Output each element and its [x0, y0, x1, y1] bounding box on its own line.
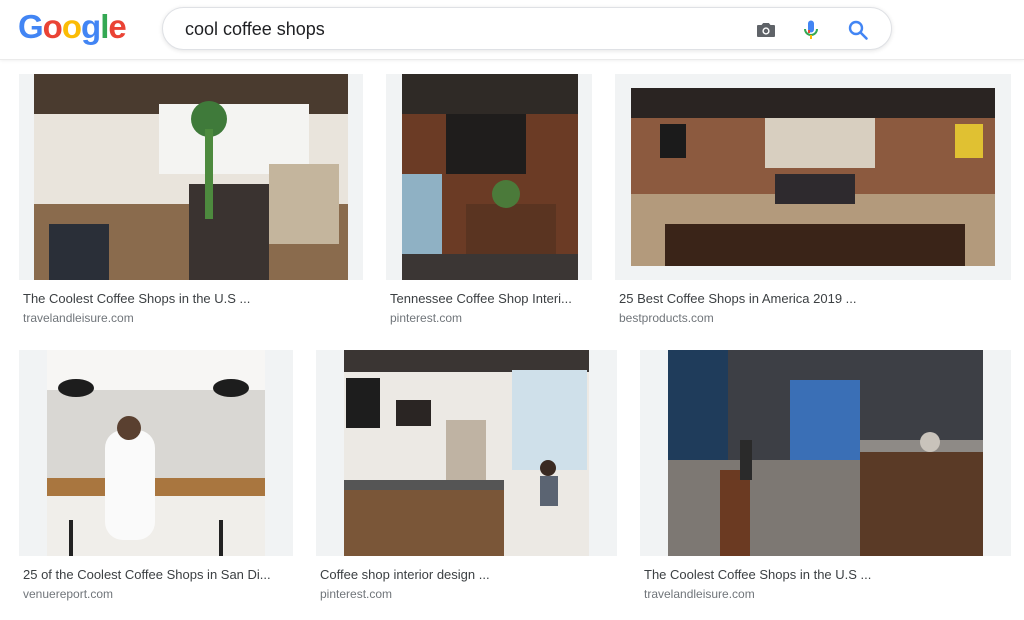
- result-thumbnail[interactable]: [19, 350, 293, 556]
- result-thumbnail[interactable]: [615, 74, 1011, 280]
- result-title[interactable]: Coffee shop interior design ...: [320, 567, 610, 582]
- result-domain: travelandleisure.com: [23, 311, 134, 325]
- search-box: [162, 7, 892, 50]
- result-title[interactable]: Tennessee Coffee Shop Interi...: [390, 291, 586, 306]
- result-thumbnail[interactable]: [19, 74, 363, 280]
- result-title[interactable]: 25 Best Coffee Shops in America 2019 ...: [619, 291, 939, 306]
- result-domain: travelandleisure.com: [644, 587, 755, 601]
- image-result: The Coolest Coffee Shops in the U.S ... …: [19, 74, 363, 325]
- result-title[interactable]: 25 of the Coolest Coffee Shops in San Di…: [23, 567, 291, 582]
- result-thumbnail[interactable]: [640, 350, 1011, 556]
- image-result: Coffee shop interior design ... pinteres…: [316, 350, 617, 601]
- search-input[interactable]: [185, 18, 745, 40]
- header: Google: [0, 0, 1024, 60]
- result-domain: pinterest.com: [320, 587, 393, 601]
- search-icon[interactable]: [846, 18, 870, 42]
- result-thumbnail[interactable]: [386, 74, 592, 280]
- image-result: 25 of the Coolest Coffee Shops in San Di…: [19, 350, 293, 601]
- result-thumbnail[interactable]: [316, 350, 617, 556]
- image-result: The Coolest Coffee Shops in the U.S ... …: [640, 350, 1011, 601]
- result-title[interactable]: The Coolest Coffee Shops in the U.S ...: [23, 291, 323, 306]
- image-result: 25 Best Coffee Shops in America 2019 ...…: [615, 74, 1011, 325]
- result-title[interactable]: The Coolest Coffee Shops in the U.S ...: [644, 567, 944, 582]
- result-domain: venuereport.com: [23, 587, 114, 601]
- mic-icon[interactable]: [799, 18, 823, 42]
- image-result: Tennessee Coffee Shop Interi... pinteres…: [386, 74, 592, 325]
- google-logo[interactable]: Google: [18, 8, 127, 46]
- camera-icon[interactable]: [754, 18, 778, 42]
- result-domain: bestproducts.com: [619, 311, 714, 325]
- result-domain: pinterest.com: [390, 311, 463, 325]
